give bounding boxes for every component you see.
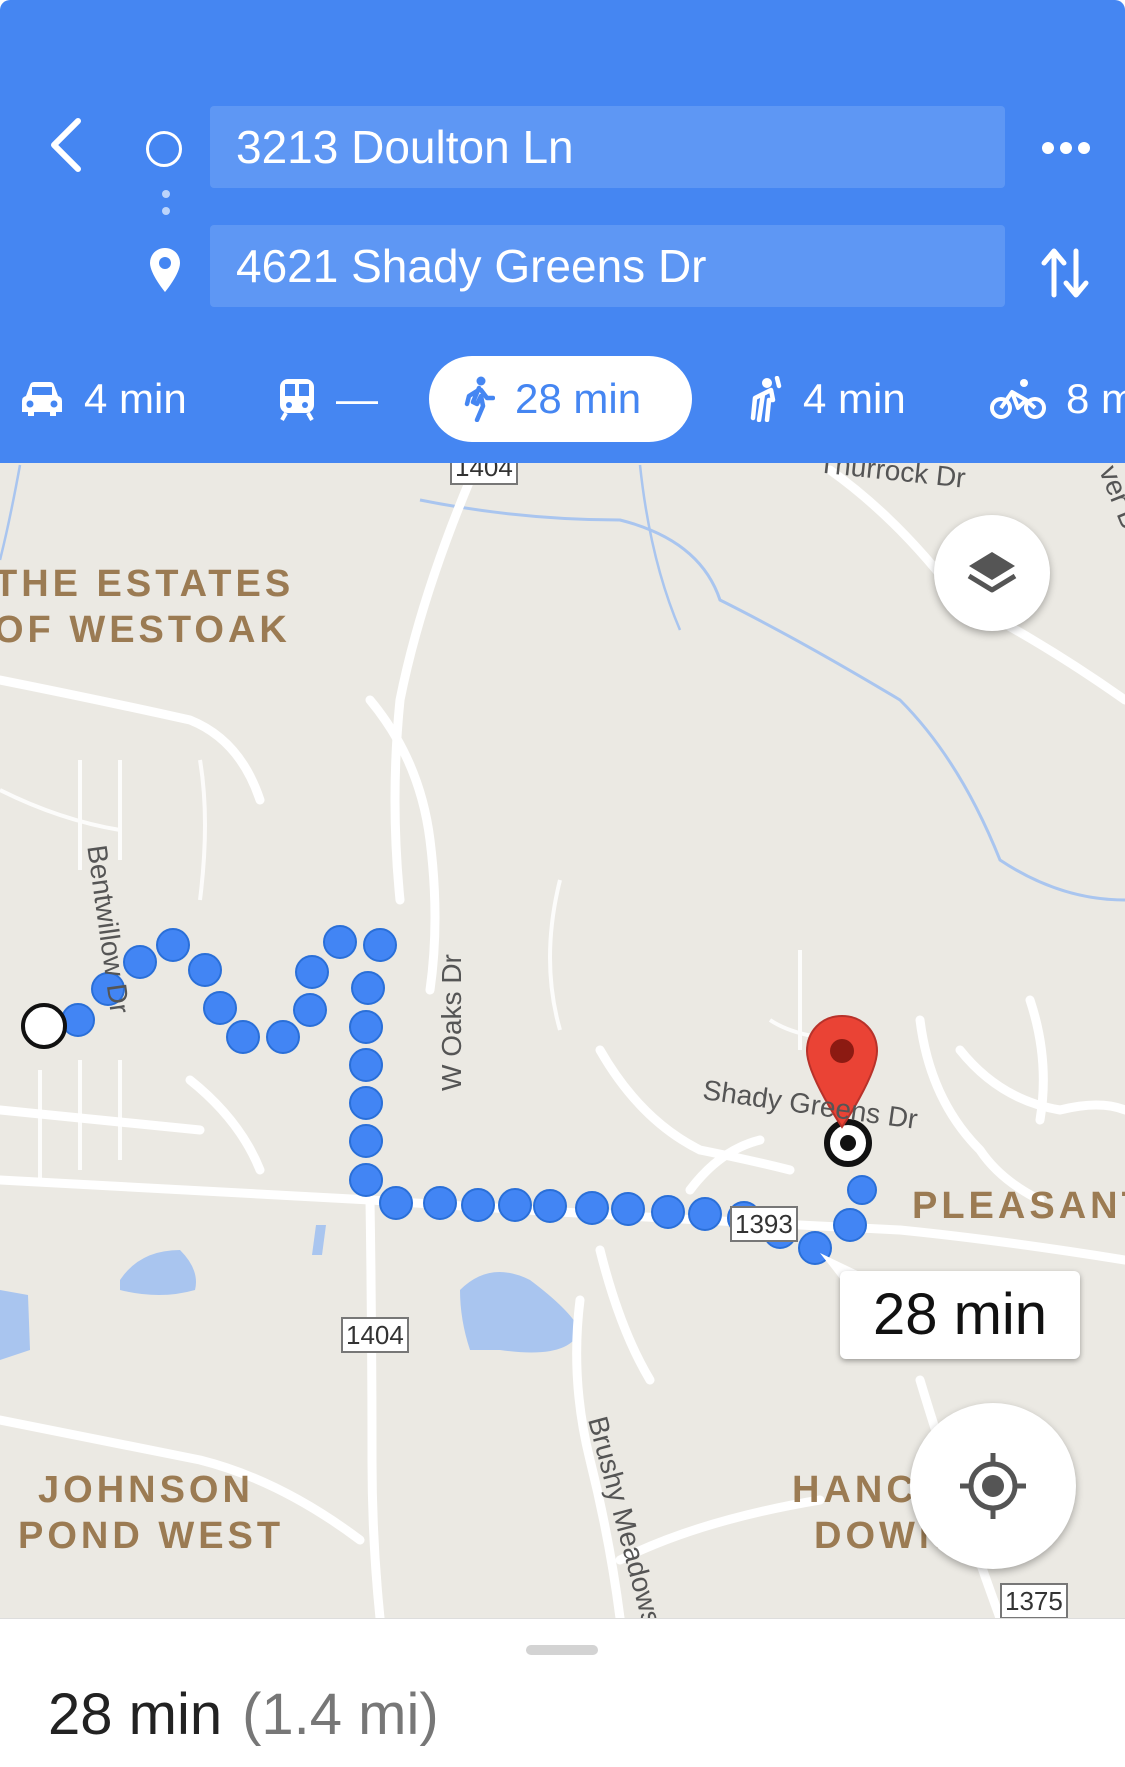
rideshare-icon <box>743 376 783 422</box>
route-connector-dot <box>162 207 170 215</box>
area-label-johnson: POND WEST <box>18 1515 285 1557</box>
tab-bike[interactable]: 8 min <box>990 356 1125 442</box>
summary-distance: (1.4 mi) <box>242 1682 439 1747</box>
tab-rideshare[interactable]: 4 min <box>743 356 906 442</box>
more-options-icon[interactable] <box>1038 128 1094 168</box>
area-label-pleasant: PLEASANT <box>912 1185 1125 1227</box>
tab-drive-label: 4 min <box>84 375 187 422</box>
tab-bike-label: 8 min <box>1066 375 1125 422</box>
sheet-drag-handle[interactable] <box>526 1645 598 1655</box>
road-shield: 1404 <box>341 1317 409 1353</box>
area-label-johnson: JOHNSON <box>38 1469 254 1511</box>
destination-input[interactable]: 4621 Shady Greens Dr <box>210 225 1005 307</box>
back-button[interactable] <box>36 105 96 185</box>
tab-rideshare-label: 4 min <box>803 375 906 422</box>
route-summary-sheet[interactable]: 28 min (1.4 mi) <box>0 1618 1125 1767</box>
area-label-estates: THE ESTATES <box>0 563 295 605</box>
bike-icon <box>990 378 1046 420</box>
destination-pin-icon <box>150 248 180 292</box>
travel-mode-tabs: 4 min — 28 min 4 min 8 m <box>0 356 1125 442</box>
layers-icon <box>967 552 1017 593</box>
back-arrow-icon <box>51 118 81 172</box>
car-icon <box>20 380 64 418</box>
my-location-button[interactable] <box>910 1403 1076 1569</box>
directions-header: 3213 Doulton Ln 4621 Shady Greens Dr 4 m… <box>0 0 1125 463</box>
summary-time: 28 min <box>48 1682 223 1747</box>
tab-transit[interactable]: — <box>278 356 378 442</box>
street-label: W Oaks Dr <box>436 954 467 1091</box>
origin-input[interactable]: 3213 Doulton Ln <box>210 106 1005 188</box>
tab-drive[interactable]: 4 min <box>20 356 187 442</box>
road-shield: 1404 <box>450 463 518 485</box>
crosshair-icon <box>960 1453 1026 1519</box>
layers-button[interactable] <box>934 515 1050 631</box>
tab-walk-label: 28 min <box>515 375 642 422</box>
map-view[interactable]: THE ESTATES OF WESTOAK JOHNSON POND WEST… <box>0 463 1125 1618</box>
walk-icon <box>463 376 495 422</box>
tab-transit-label: — <box>336 375 378 422</box>
road-shield: 1393 <box>730 1206 798 1242</box>
transit-icon <box>278 377 316 421</box>
origin-marker <box>21 1003 67 1049</box>
route-summary: 28 min (1.4 mi) <box>48 1681 439 1748</box>
road-shield: 1375 <box>1000 1583 1068 1618</box>
origin-circle-icon <box>146 131 182 167</box>
area-label-hanc: HANC <box>792 1469 918 1511</box>
area-label-estates: OF WESTOAK <box>0 609 291 651</box>
route-time-callout[interactable]: 28 min <box>840 1271 1080 1359</box>
swap-directions-icon[interactable] <box>1040 245 1090 301</box>
route-connector-dot <box>162 190 170 198</box>
tab-walk[interactable]: 28 min <box>429 356 692 442</box>
